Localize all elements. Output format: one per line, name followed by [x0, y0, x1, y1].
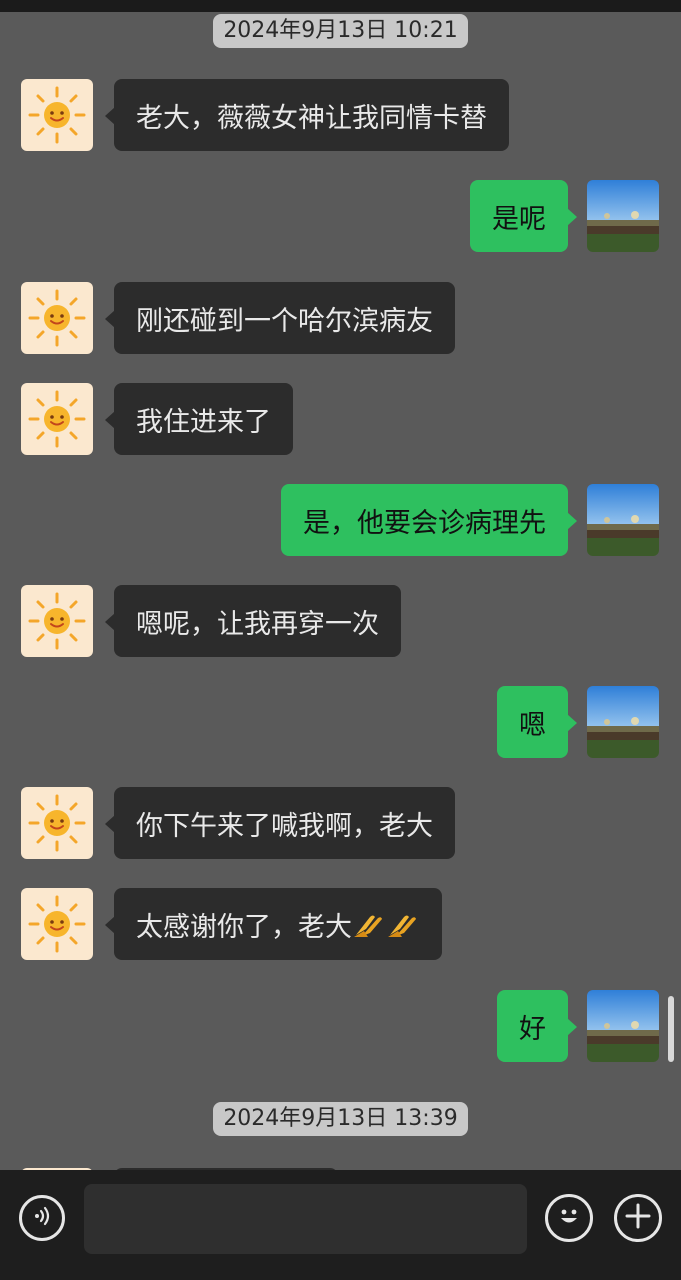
message-row: 是呢: [0, 180, 681, 252]
message-text: 你下午来了喊我啊，老大: [136, 810, 433, 842]
message-text: 嗯: [519, 709, 546, 741]
message-input[interactable]: [84, 1184, 527, 1254]
message-row: 嗯: [0, 686, 681, 758]
received-message-bubble[interactable]: 刚还碰到一个哈尔滨病友: [105, 282, 455, 354]
sent-message-bubble[interactable]: 是呢: [470, 180, 577, 252]
timestamp: 2024年9月13日 13:39: [0, 1102, 681, 1136]
message-row: 太感谢你了，老大: [0, 888, 681, 960]
plus-icon: [624, 1202, 652, 1234]
voice-icon: [30, 1204, 54, 1232]
received-message-bubble[interactable]: 太感谢你了，老大: [105, 888, 442, 960]
contact-avatar[interactable]: [21, 383, 93, 455]
message-text: 我住进来了: [136, 406, 271, 438]
message-text: 嗯呢，让我再穿一次: [136, 608, 379, 640]
scrollbar[interactable]: [668, 996, 674, 1062]
self-avatar[interactable]: [587, 484, 659, 556]
received-message-bubble[interactable]: 你下午来了喊我啊，老大: [105, 787, 455, 859]
message-text: 是，他要会诊病理先: [303, 507, 546, 539]
message-text: 是呢: [492, 203, 546, 235]
message-row: 好: [0, 990, 681, 1062]
message-text: 好: [519, 1013, 546, 1045]
timestamp-label: 2024年9月13日 10:21: [213, 14, 468, 48]
message-text: 老大，薇薇女神让我同情卡替: [136, 102, 487, 134]
message-row: 我住进来了: [0, 383, 681, 455]
self-avatar[interactable]: [587, 180, 659, 252]
message-row: 你下午来了喊我啊，老大: [0, 787, 681, 859]
input-bar: [0, 1170, 681, 1280]
voice-button[interactable]: [19, 1195, 65, 1241]
emoji-button[interactable]: [545, 1194, 593, 1242]
plus-button[interactable]: [614, 1194, 662, 1242]
contact-avatar[interactable]: [21, 787, 93, 859]
contact-avatar[interactable]: [21, 282, 93, 354]
contact-avatar[interactable]: [21, 79, 93, 151]
folded-hands-icon: [352, 909, 386, 939]
sent-message-bubble[interactable]: 好: [497, 990, 577, 1062]
message-row: 嗯呢，让我再穿一次: [0, 585, 681, 657]
received-message-bubble[interactable]: 老大，薇薇女神让我同情卡替: [105, 79, 509, 151]
folded-hands-icon: [386, 909, 420, 939]
received-message-bubble[interactable]: 我住进来了: [105, 383, 293, 455]
self-avatar[interactable]: [587, 686, 659, 758]
message-row: 老大，薇薇女神让我同情卡替: [0, 79, 681, 151]
message-text: 太感谢你了，老大: [136, 911, 352, 943]
emoji-icon: [554, 1201, 584, 1235]
message-row: 刚还碰到一个哈尔滨病友: [0, 282, 681, 354]
timestamp-label: 2024年9月13日 13:39: [213, 1102, 468, 1136]
sent-message-bubble[interactable]: 嗯: [497, 686, 577, 758]
received-message-bubble[interactable]: 嗯呢，让我再穿一次: [105, 585, 401, 657]
sent-message-bubble[interactable]: 是，他要会诊病理先: [281, 484, 577, 556]
message-text: 刚还碰到一个哈尔滨病友: [136, 305, 433, 337]
timestamp: 2024年9月13日 10:21: [0, 14, 681, 48]
contact-avatar[interactable]: [21, 888, 93, 960]
chat-area[interactable]: 2024年9月13日 10:21 老大，薇薇女神让我同情卡替 是呢 刚还碰到一个…: [0, 12, 681, 1170]
contact-avatar[interactable]: [21, 585, 93, 657]
status-bar: [0, 0, 681, 12]
self-avatar[interactable]: [587, 990, 659, 1062]
message-row: 是，他要会诊病理先: [0, 484, 681, 556]
